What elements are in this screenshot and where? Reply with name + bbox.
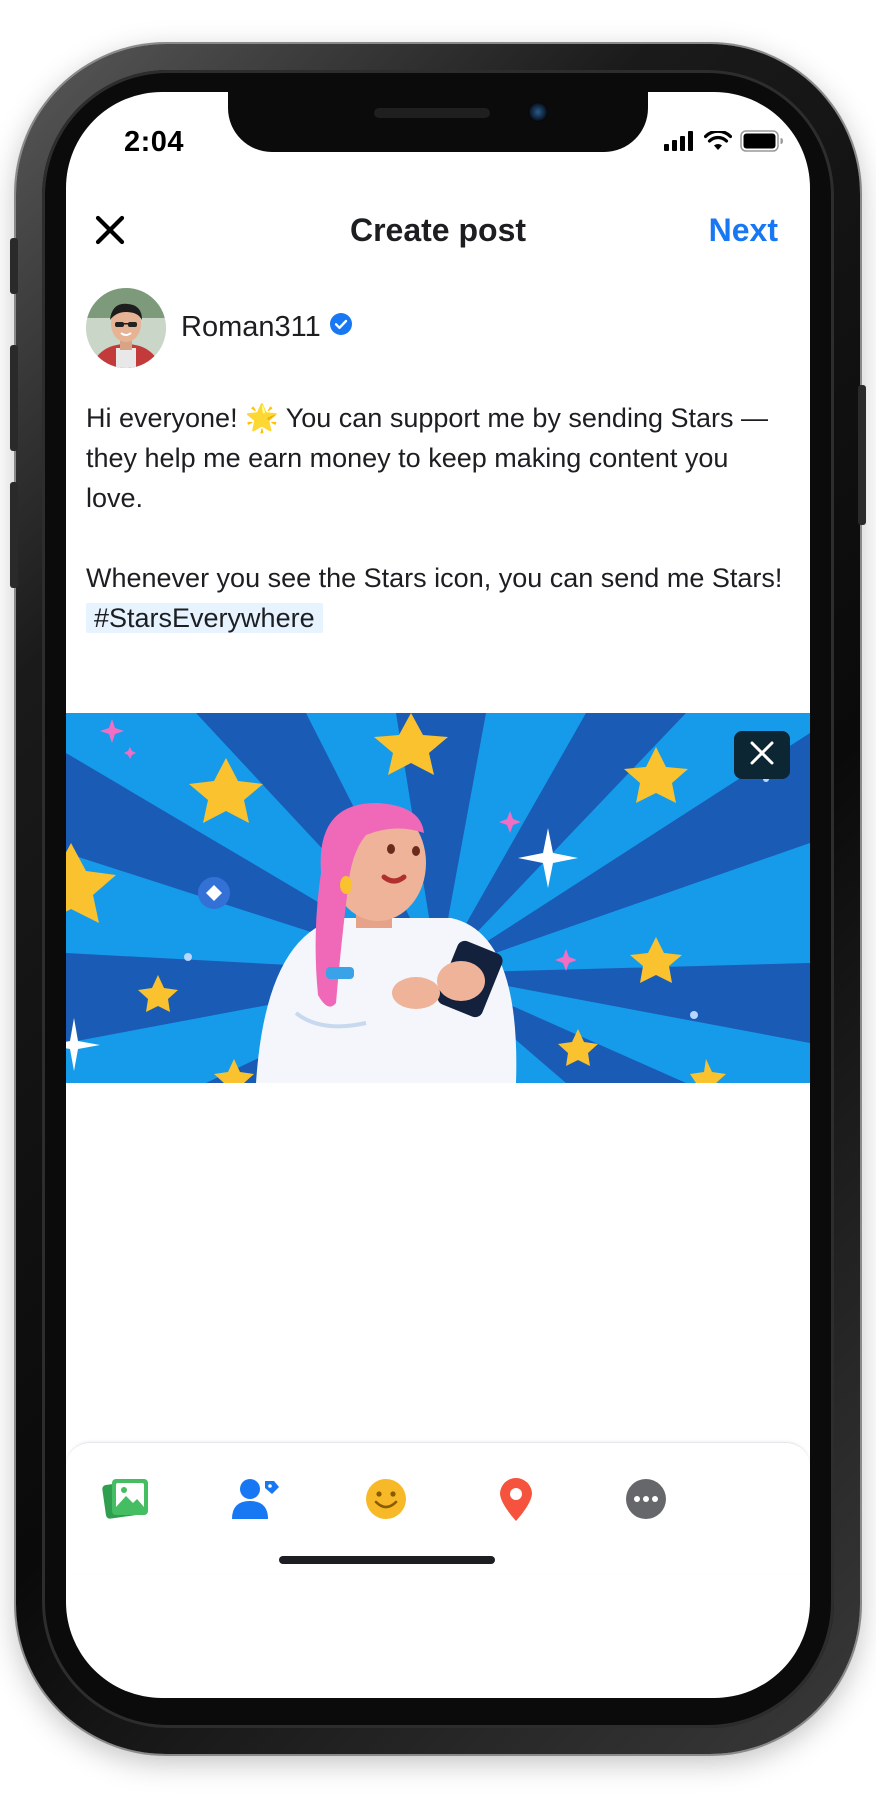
battery-icon (740, 130, 784, 157)
close-icon (749, 740, 775, 771)
more-options-button[interactable] (618, 1473, 674, 1529)
check-in-button[interactable] (488, 1473, 544, 1529)
cellular-signal-icon (664, 131, 696, 156)
post-paragraph-1: Hi everyone! 🌟 You can support me by sen… (86, 398, 786, 518)
avatar[interactable] (86, 288, 166, 368)
status-time: 2:04 (124, 126, 185, 158)
post-text-segment: Whenever you see the Stars icon, you can… (86, 563, 783, 593)
side-button-mute (10, 238, 18, 294)
screen: 2:04 Create post Next Roman311 Hi everyo… (66, 92, 810, 1698)
home-indicator[interactable] (279, 1556, 495, 1564)
wifi-icon (703, 129, 733, 156)
notch (228, 92, 648, 152)
stars-illustration (66, 713, 810, 1083)
tag-people-icon (232, 1477, 280, 1526)
feeling-activity-button[interactable] (358, 1473, 414, 1529)
speaker (374, 108, 490, 118)
post-text-segment: Hi everyone! (86, 403, 246, 433)
front-camera (528, 102, 548, 122)
page-title: Create post (349, 212, 527, 248)
more-icon (624, 1477, 668, 1526)
side-button-volume-up (10, 345, 18, 451)
remove-image-button[interactable] (734, 731, 790, 779)
side-button-power (858, 385, 866, 525)
author-name: Roman311 (181, 311, 353, 344)
post-paragraph-2: Whenever you see the Stars icon, you can… (86, 558, 786, 638)
glowing-star-icon: 🌟 (245, 403, 279, 433)
photo-icon (102, 1477, 150, 1526)
side-button-volume-down (10, 482, 18, 588)
add-photo-button[interactable] (98, 1473, 154, 1529)
author-name-text: Roman311 (181, 311, 321, 343)
hashtag[interactable]: #StarsEverywhere (86, 603, 323, 633)
post-toolbar (66, 1442, 810, 1573)
next-button[interactable]: Next (709, 212, 778, 249)
stage: 2:04 Create post Next Roman311 Hi everyo… (0, 0, 876, 1796)
tag-people-button[interactable] (228, 1473, 284, 1529)
status-icons (664, 129, 784, 157)
post-text[interactable]: Hi everyone! 🌟 You can support me by sen… (86, 398, 786, 638)
location-icon (497, 1476, 535, 1527)
verified-badge-icon (329, 311, 353, 344)
feeling-icon (364, 1477, 408, 1526)
attached-image[interactable] (66, 713, 810, 1083)
